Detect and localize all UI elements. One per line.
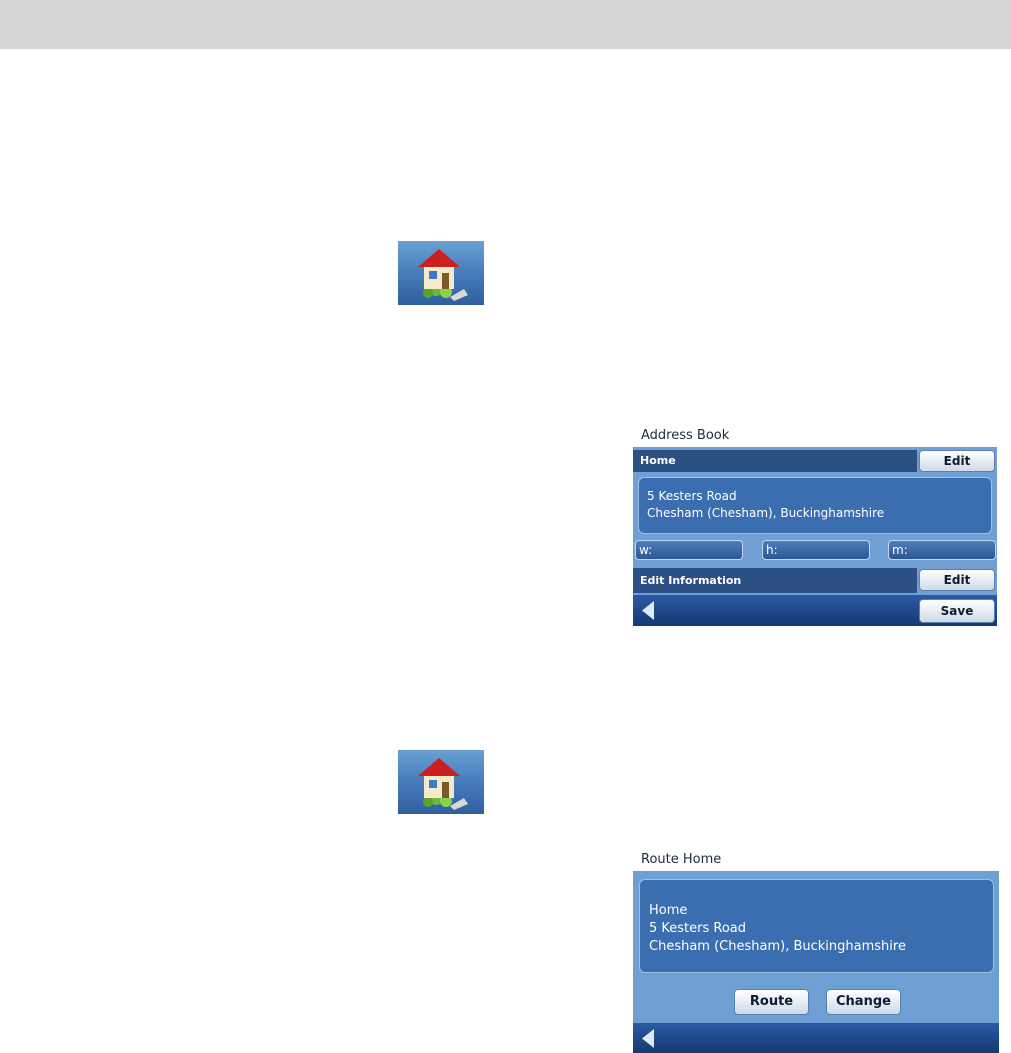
change-button[interactable]: Change — [826, 989, 901, 1015]
home-icon[interactable] — [398, 750, 484, 814]
route-home-bottom-bar — [633, 1023, 999, 1053]
address-book-title: Address Book — [633, 425, 997, 447]
back-arrow-icon[interactable] — [639, 600, 657, 621]
save-button[interactable]: Save — [919, 599, 995, 623]
route-home-title: Route Home — [633, 849, 999, 871]
home-row: Home — [633, 450, 917, 472]
back-arrow-icon[interactable] — [639, 1028, 657, 1049]
route-info-panel[interactable]: Home 5 Kesters Road Chesham (Chesham), B… — [639, 879, 994, 973]
route-destination-name: Home — [649, 903, 688, 918]
page-header-bar — [0, 0, 1011, 49]
edit-information-label: Edit Information — [640, 574, 742, 587]
route-address-line-2: Chesham (Chesham), Buckinghamshire — [649, 939, 906, 954]
home-row-label: Home — [640, 454, 676, 467]
route-button[interactable]: Route — [734, 989, 809, 1015]
home-icon[interactable] — [398, 241, 484, 305]
mobile-phone-button[interactable]: m: — [888, 540, 996, 560]
route-address-line-1: 5 Kesters Road — [649, 921, 747, 936]
edit-information-row: Edit Information — [633, 568, 917, 593]
home-phone-button[interactable]: h: — [762, 540, 870, 560]
address-book-bottom-bar: Save — [633, 595, 997, 626]
address-line-2: Chesham (Chesham), Buckinghamshire — [647, 506, 885, 520]
work-phone-button[interactable]: w: — [635, 540, 743, 560]
edit-home-button[interactable]: Edit — [919, 450, 995, 472]
route-home-screen: Route Home Home 5 Kesters Road Chesham (… — [633, 849, 999, 1053]
address-line-1: 5 Kesters Road — [647, 489, 737, 503]
address-book-screen: Address Book Home Edit 5 Kesters Road Ch… — [633, 425, 997, 626]
address-panel[interactable]: 5 Kesters Road Chesham (Chesham), Buckin… — [638, 477, 992, 534]
edit-information-button[interactable]: Edit — [919, 569, 995, 591]
